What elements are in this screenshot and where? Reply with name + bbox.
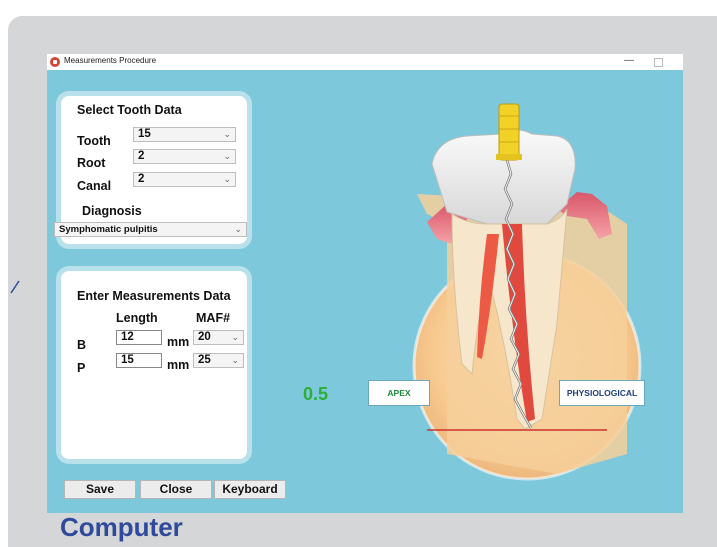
chevron-down-icon: ⌄ (223, 151, 231, 161)
physiological-tag: PHYSIOLOGICAL (559, 380, 645, 406)
title-bar: Measurements Procedure — (47, 54, 683, 70)
diagnosis-value: Symphomatic pulpitis (59, 224, 158, 235)
keyboard-button[interactable]: Keyboard (214, 480, 286, 499)
maximize-icon[interactable] (654, 58, 663, 67)
diagnosis-label: Diagnosis (82, 204, 142, 218)
tooth-select[interactable]: 15 ⌄ (133, 127, 236, 142)
tooth-illustration (412, 103, 642, 481)
select-tooth-heading: Select Tooth Data (77, 103, 182, 117)
window-title: Measurements Procedure (64, 56, 157, 65)
measurements-heading: Enter Measurements Data (77, 289, 231, 303)
root-select[interactable]: 2 ⌄ (133, 149, 236, 164)
maf-select-p[interactable]: 25 ⌄ (193, 353, 244, 368)
caption: Computer (60, 512, 183, 542)
chevron-down-icon: ⌄ (234, 224, 242, 234)
canal-label: Canal (77, 179, 112, 193)
length-input-b[interactable]: 12 (116, 330, 162, 345)
maf-value-p: 25 (198, 354, 211, 366)
row-label-b: B (77, 338, 87, 352)
chevron-down-icon: ⌄ (223, 174, 231, 184)
measurements-panel: Enter Measurements Data Length MAF# B 12… (61, 271, 247, 459)
save-button[interactable]: Save (64, 480, 136, 499)
chevron-down-icon: ⌄ (231, 332, 239, 342)
row-label-p: P (77, 361, 86, 375)
chevron-down-icon: ⌄ (223, 129, 231, 139)
file-handle (498, 103, 520, 161)
close-button[interactable]: Close (140, 480, 212, 499)
unit-p: mm (167, 358, 190, 372)
maf-value-b: 20 (198, 331, 211, 343)
app-window: Measurements Procedure — Select Tooth Da… (47, 54, 683, 513)
chevron-down-icon: ⌄ (231, 355, 239, 365)
canal-select[interactable]: 2 ⌄ (133, 172, 236, 187)
tooth-value: 15 (138, 128, 151, 140)
maf-select-b[interactable]: 20 ⌄ (193, 330, 244, 345)
tooth-label: Tooth (77, 134, 111, 148)
diagnosis-select[interactable]: Symphomatic pulpitis ⌄ (54, 222, 247, 237)
length-header: Length (116, 311, 158, 325)
unit-b: mm (167, 335, 190, 349)
root-label: Root (77, 156, 106, 170)
select-tooth-panel: Select Tooth Data Tooth 15 ⌄ Root 2 ⌄ Cana… (54, 96, 247, 244)
length-readout: 0.5 (303, 384, 329, 404)
stray-mark (10, 280, 20, 294)
minimize-button[interactable]: — (622, 54, 636, 70)
length-input-p[interactable]: 15 (116, 353, 162, 368)
app-icon (50, 57, 60, 67)
maf-header: MAF# (196, 311, 231, 325)
apex-tag: APEX (368, 380, 430, 406)
canal-value: 2 (138, 173, 145, 185)
root-value: 2 (138, 150, 145, 162)
